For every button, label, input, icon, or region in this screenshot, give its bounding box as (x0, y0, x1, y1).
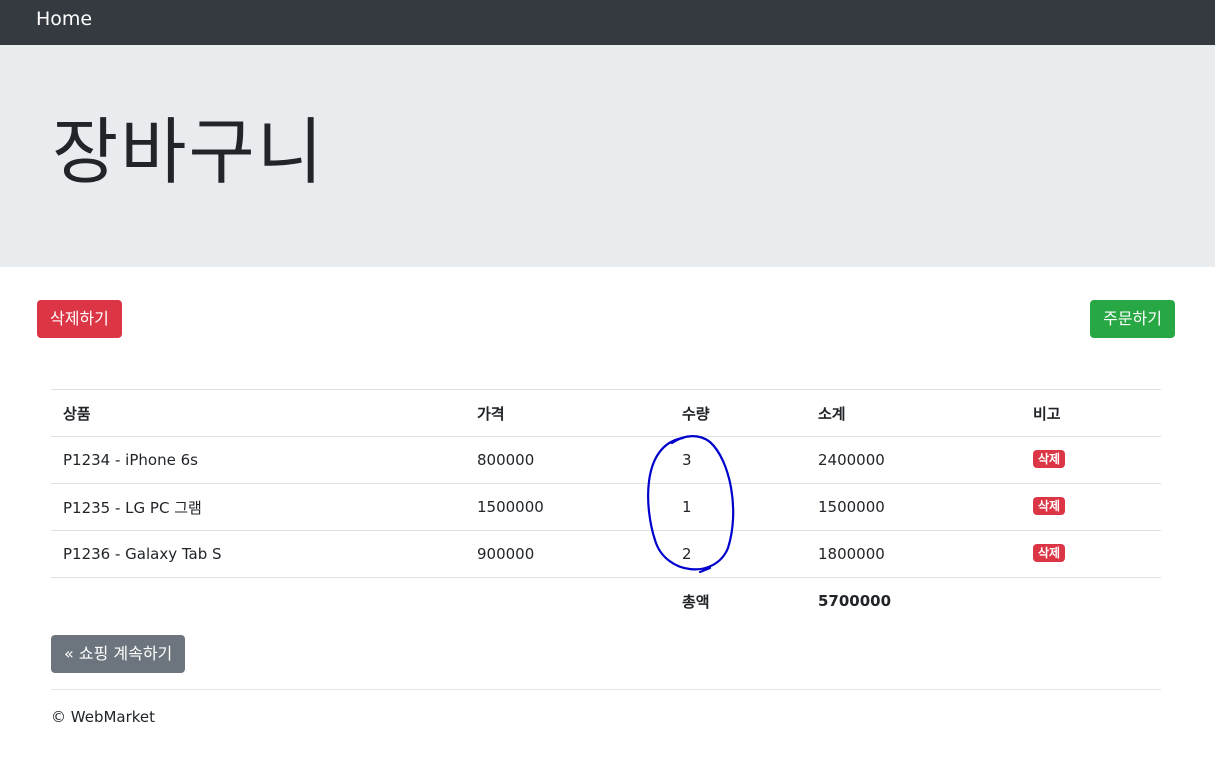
product-cell: P1235 - LG PC 그램 (51, 483, 465, 531)
home-link[interactable]: Home (36, 7, 92, 31)
delete-item-badge[interactable]: 삭제 (1033, 496, 1066, 515)
table-row: P1236 - Galaxy Tab S 900000 2 1800000 삭제 (51, 530, 1161, 578)
continue-shopping-button[interactable]: « 쇼핑 계속하기 (51, 635, 186, 673)
top-navbar: Home (0, 0, 1215, 45)
quantity-cell: 1 (670, 483, 806, 531)
cart-table: 상품 가격 수량 소계 비고 P1234 - iPhone 6s 800000 … (51, 389, 1161, 624)
quantity-cell: 3 (670, 436, 806, 484)
product-cell: P1234 - iPhone 6s (51, 436, 465, 484)
delete-item-badge[interactable]: 삭제 (1033, 543, 1066, 562)
total-value: 5700000 (806, 577, 1021, 624)
subtotal-cell: 2400000 (806, 436, 1021, 484)
empty-cell (51, 577, 465, 624)
header-note: 비고 (1021, 389, 1161, 437)
total-row: 총액 5700000 (51, 577, 1161, 624)
page-header: 장바구니 (0, 45, 1215, 267)
footer-copyright: © WebMarket (51, 708, 156, 726)
quantity-cell: 2 (670, 530, 806, 578)
header-quantity: 수량 (670, 389, 806, 437)
price-cell: 900000 (465, 530, 670, 578)
subtotal-cell: 1800000 (806, 530, 1021, 578)
subtotal-cell: 1500000 (806, 483, 1021, 531)
action-cell: 삭제 (1021, 483, 1161, 531)
footer-divider (51, 689, 1161, 690)
table-row: P1235 - LG PC 그램 1500000 1 1500000 삭제 (51, 483, 1161, 531)
order-button[interactable]: 주문하기 (1090, 300, 1175, 338)
header-price: 가격 (465, 389, 670, 437)
header-subtotal: 소계 (806, 389, 1021, 437)
empty-cell (465, 577, 670, 624)
delete-all-button[interactable]: 삭제하기 (37, 300, 122, 338)
header-product: 상품 (51, 389, 465, 437)
delete-item-badge[interactable]: 삭제 (1033, 449, 1066, 468)
price-cell: 800000 (465, 436, 670, 484)
action-cell: 삭제 (1021, 530, 1161, 578)
table-header-row: 상품 가격 수량 소계 비고 (51, 389, 1161, 437)
product-cell: P1236 - Galaxy Tab S (51, 530, 465, 578)
price-cell: 1500000 (465, 483, 670, 531)
empty-cell (1021, 577, 1161, 624)
total-label: 총액 (670, 577, 806, 624)
action-cell: 삭제 (1021, 436, 1161, 484)
table-row: P1234 - iPhone 6s 800000 3 2400000 삭제 (51, 436, 1161, 484)
page-title: 장바구니 (52, 110, 325, 194)
